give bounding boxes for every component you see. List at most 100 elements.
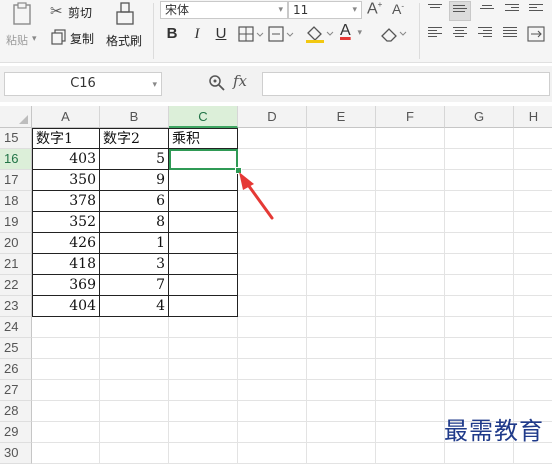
table-cell[interactable]: [307, 443, 376, 464]
table-cell[interactable]: 426: [32, 233, 100, 254]
row-header[interactable]: 28: [0, 401, 32, 422]
table-cell[interactable]: [238, 338, 307, 359]
table-cell[interactable]: [169, 170, 238, 191]
table-cell[interactable]: 6: [100, 191, 169, 212]
table-cell[interactable]: [307, 401, 376, 422]
table-cell[interactable]: [100, 359, 169, 380]
column-header[interactable]: H: [514, 106, 552, 128]
row-header[interactable]: 19: [0, 212, 32, 233]
table-header-cell[interactable]: 数字1: [32, 128, 100, 149]
table-cell[interactable]: [514, 254, 552, 275]
table-cell[interactable]: [307, 254, 376, 275]
table-cell[interactable]: [100, 401, 169, 422]
row-header[interactable]: 22: [0, 275, 32, 296]
table-cell[interactable]: [514, 149, 552, 170]
row-header[interactable]: 25: [0, 338, 32, 359]
table-cell[interactable]: [514, 380, 552, 401]
table-cell[interactable]: [32, 359, 100, 380]
table-cell[interactable]: [100, 443, 169, 464]
table-cell[interactable]: 5: [100, 149, 169, 170]
table-cell[interactable]: [514, 443, 552, 464]
row-header[interactable]: 30: [0, 443, 32, 464]
row-header[interactable]: 15: [0, 128, 32, 149]
column-header[interactable]: A: [32, 106, 100, 128]
table-cell[interactable]: [376, 380, 445, 401]
row-header[interactable]: 26: [0, 359, 32, 380]
table-cell[interactable]: [514, 359, 552, 380]
table-cell[interactable]: [445, 338, 514, 359]
table-cell[interactable]: [307, 422, 376, 443]
row-header[interactable]: 27: [0, 380, 32, 401]
table-cell[interactable]: [445, 317, 514, 338]
table-cell[interactable]: 3: [100, 254, 169, 275]
table-cell[interactable]: [445, 254, 514, 275]
table-cell[interactable]: [238, 233, 307, 254]
table-cell[interactable]: 350: [32, 170, 100, 191]
table-cell[interactable]: [445, 233, 514, 254]
fill-handle[interactable]: [235, 167, 242, 174]
table-cell[interactable]: [376, 233, 445, 254]
table-cell[interactable]: [376, 296, 445, 317]
table-cell[interactable]: [307, 212, 376, 233]
table-cell[interactable]: [238, 296, 307, 317]
table-cell[interactable]: [307, 359, 376, 380]
table-cell[interactable]: [376, 191, 445, 212]
table-cell[interactable]: [376, 443, 445, 464]
table-cell[interactable]: [100, 338, 169, 359]
table-cell[interactable]: [238, 422, 307, 443]
table-cell[interactable]: [238, 317, 307, 338]
table-cell[interactable]: [514, 191, 552, 212]
table-cell[interactable]: [376, 317, 445, 338]
table-cell[interactable]: [238, 149, 307, 170]
table-cell[interactable]: [169, 233, 238, 254]
table-cell[interactable]: [238, 191, 307, 212]
table-cell[interactable]: 1: [100, 233, 169, 254]
table-cell[interactable]: [445, 296, 514, 317]
table-cell[interactable]: 9: [100, 170, 169, 191]
table-cell[interactable]: [307, 296, 376, 317]
table-cell[interactable]: [169, 296, 238, 317]
table-cell[interactable]: [307, 191, 376, 212]
table-cell[interactable]: [32, 380, 100, 401]
table-cell[interactable]: [169, 380, 238, 401]
table-cell[interactable]: [238, 380, 307, 401]
table-cell[interactable]: [169, 254, 238, 275]
table-cell[interactable]: [169, 317, 238, 338]
table-cell[interactable]: [169, 401, 238, 422]
table-cell[interactable]: [238, 170, 307, 191]
table-cell[interactable]: [445, 275, 514, 296]
table-cell[interactable]: [376, 422, 445, 443]
table-cell[interactable]: [238, 359, 307, 380]
table-cell[interactable]: [169, 359, 238, 380]
table-cell[interactable]: [376, 170, 445, 191]
table-cell[interactable]: 369: [32, 275, 100, 296]
column-header[interactable]: C: [169, 106, 238, 128]
table-cell[interactable]: [100, 380, 169, 401]
table-cell[interactable]: 418: [32, 254, 100, 275]
table-cell[interactable]: [376, 254, 445, 275]
table-cell[interactable]: 378: [32, 191, 100, 212]
table-cell[interactable]: [514, 212, 552, 233]
table-cell[interactable]: [514, 317, 552, 338]
table-cell[interactable]: [238, 401, 307, 422]
table-cell[interactable]: [376, 401, 445, 422]
row-header[interactable]: 20: [0, 233, 32, 254]
column-header[interactable]: B: [100, 106, 169, 128]
table-cell[interactable]: [307, 170, 376, 191]
row-header[interactable]: 23: [0, 296, 32, 317]
table-cell[interactable]: [307, 275, 376, 296]
row-header[interactable]: 17: [0, 170, 32, 191]
table-cell[interactable]: [169, 191, 238, 212]
table-cell[interactable]: [100, 422, 169, 443]
table-cell[interactable]: 352: [32, 212, 100, 233]
table-cell[interactable]: [169, 212, 238, 233]
table-cell[interactable]: [307, 317, 376, 338]
table-cell[interactable]: [169, 422, 238, 443]
column-header[interactable]: D: [238, 106, 307, 128]
table-cell[interactable]: [514, 170, 552, 191]
table-cell[interactable]: 7: [100, 275, 169, 296]
table-cell[interactable]: [445, 443, 514, 464]
table-cell[interactable]: [307, 128, 376, 149]
row-header[interactable]: 18: [0, 191, 32, 212]
table-cell[interactable]: [238, 443, 307, 464]
